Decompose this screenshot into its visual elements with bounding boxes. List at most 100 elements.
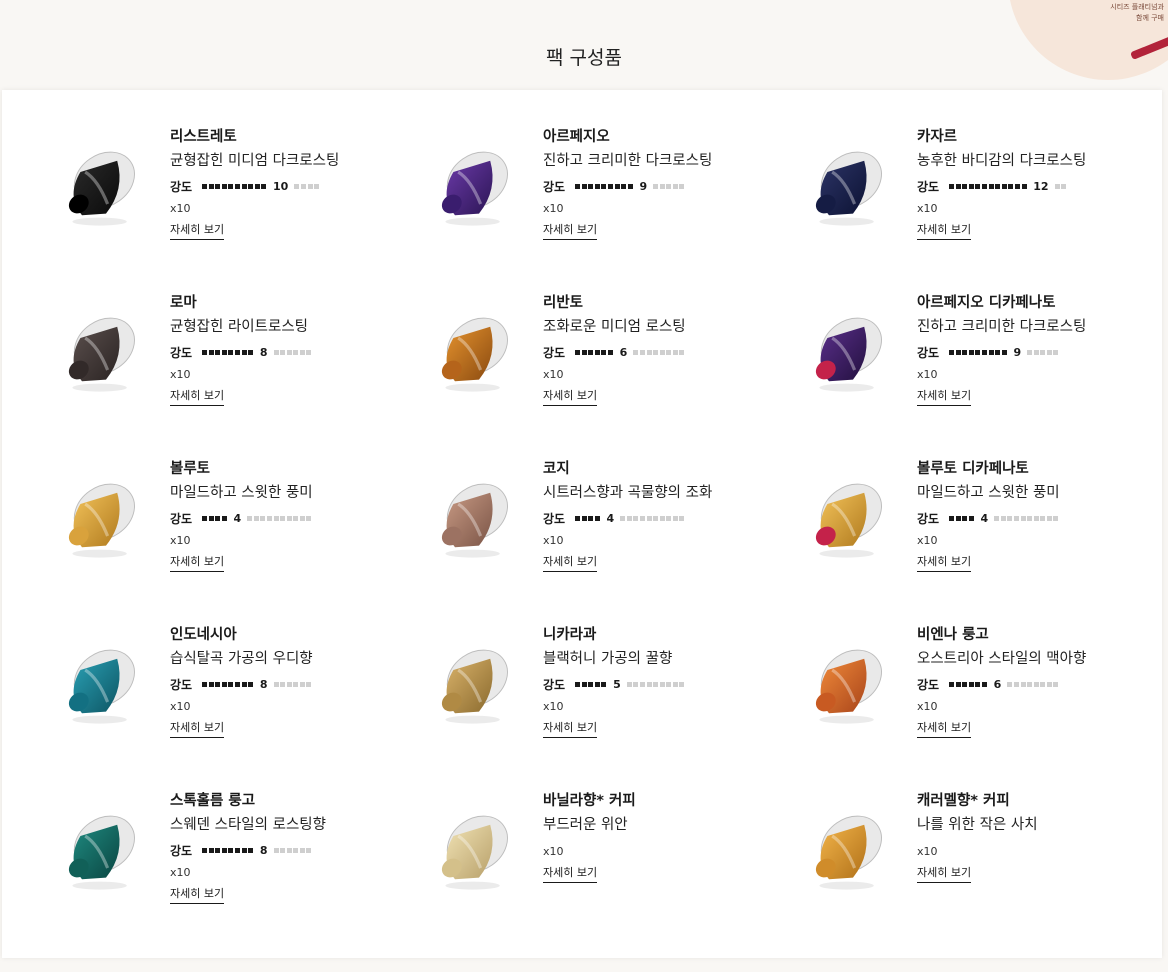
intensity-square-empty <box>286 515 292 521</box>
intensity-square-filled <box>962 349 968 355</box>
intensity-square-empty <box>280 515 286 521</box>
intensity-square-filled <box>1015 183 1021 189</box>
intensity-square-filled <box>1008 183 1014 189</box>
capsule-icon[interactable] <box>54 640 150 736</box>
capsule-icon[interactable] <box>801 640 897 736</box>
view-details-link[interactable]: 자세히 보기 <box>917 224 972 240</box>
intensity-value: 8 <box>259 677 268 691</box>
product-info: 스톡홀름 룽고 스웨덴 스타일의 로스팅향 강도 8 x10 자세히 보기 <box>170 792 390 904</box>
view-details-link[interactable]: 자세히 보기 <box>543 722 598 738</box>
intensity-square-empty <box>672 515 678 521</box>
intensity-square-empty <box>293 349 299 355</box>
intensity-square-empty <box>1020 681 1026 687</box>
intensity-square-empty <box>1013 681 1019 687</box>
intensity-square-empty <box>679 681 685 687</box>
product-info: 바닐라향* 커피 부드러운 위안 x10 자세히 보기 <box>543 792 763 883</box>
product-description: 균형잡힌 미디엄 다크로스팅 <box>170 153 340 169</box>
intensity-square-empty <box>659 349 665 355</box>
view-details-link[interactable]: 자세히 보기 <box>543 390 598 406</box>
product-item: 리스트레토 균형잡힌 미디엄 다크로스팅 강도 10 x10 자세히 보기 <box>2 90 375 250</box>
intensity-square-filled <box>575 183 581 189</box>
intensity-square-empty <box>639 515 645 521</box>
capsule-icon[interactable] <box>427 806 523 902</box>
intensity-square-empty <box>620 515 626 521</box>
intensity-meter: 강도 9 <box>917 344 1137 360</box>
product-name: 볼루토 <box>170 461 211 477</box>
intensity-value: 4 <box>980 511 989 525</box>
capsule-icon[interactable] <box>801 142 897 238</box>
intensity-square-filled <box>594 681 600 687</box>
intensity-bar-empty <box>633 349 686 355</box>
view-details-link[interactable]: 자세히 보기 <box>170 390 225 406</box>
intensity-label: 강도 <box>170 179 193 194</box>
intensity-square-empty <box>1033 349 1039 355</box>
intensity-square-filled <box>208 183 214 189</box>
intensity-square-empty <box>672 681 678 687</box>
view-details-link[interactable]: 자세히 보기 <box>170 224 225 240</box>
product-info: 리반토 조화로운 미디엄 로스팅 강도 6 x10 자세히 보기 <box>543 294 763 406</box>
intensity-square-empty <box>253 515 259 521</box>
product-name: 바닐라향* 커피 <box>543 793 636 809</box>
intensity-square-filled <box>575 681 581 687</box>
intensity-square-filled <box>215 681 221 687</box>
intensity-square-filled <box>588 349 594 355</box>
intensity-label: 강도 <box>170 511 193 526</box>
capsule-icon[interactable] <box>427 142 523 238</box>
intensity-square-empty <box>679 515 685 521</box>
intensity-label: 강도 <box>543 511 566 526</box>
intensity-square-empty <box>314 183 320 189</box>
intensity-bar-filled <box>575 681 608 687</box>
intensity-square-empty <box>273 847 279 853</box>
intensity-square-filled <box>241 183 247 189</box>
product-name: 카자르 <box>917 129 958 145</box>
intensity-square-filled <box>215 847 221 853</box>
capsule-icon[interactable] <box>801 806 897 902</box>
intensity-value: 4 <box>233 511 242 525</box>
intensity-square-filled <box>575 349 581 355</box>
view-details-link[interactable]: 자세히 보기 <box>543 867 598 883</box>
intensity-square-filled <box>241 681 247 687</box>
product-quantity: x10 <box>543 202 564 215</box>
intensity-label: 강도 <box>917 179 940 194</box>
intensity-square-filled <box>581 183 587 189</box>
view-details-link[interactable]: 자세히 보기 <box>917 867 972 883</box>
capsule-icon[interactable] <box>54 474 150 570</box>
capsule-icon[interactable] <box>427 308 523 404</box>
capsule-icon[interactable] <box>801 308 897 404</box>
view-details-link[interactable]: 자세히 보기 <box>170 556 225 572</box>
intensity-square-empty <box>299 349 305 355</box>
intensity-square-filled <box>221 515 227 521</box>
capsule-icon[interactable] <box>54 142 150 238</box>
capsule-icon[interactable] <box>54 308 150 404</box>
view-details-link[interactable]: 자세히 보기 <box>170 888 225 904</box>
intensity-value: 4 <box>606 511 615 525</box>
promo-text: 시티즈 플래티넘과 함께 구매 <box>1110 2 1164 24</box>
intensity-meter: 강도 4 <box>170 510 390 526</box>
intensity-square-filled <box>988 349 994 355</box>
intensity-square-filled <box>601 349 607 355</box>
product-name: 니카라과 <box>543 627 597 643</box>
intensity-bar-filled <box>202 515 228 521</box>
capsule-icon[interactable] <box>427 640 523 736</box>
view-details-link[interactable]: 자세히 보기 <box>917 556 972 572</box>
intensity-bar-filled <box>949 681 989 687</box>
intensity-square-empty <box>260 515 266 521</box>
intensity-square-empty <box>646 515 652 521</box>
product-grid: 리스트레토 균형잡힌 미디엄 다크로스팅 강도 10 x10 자세히 보기 아르페지오 진하고… <box>2 90 1162 958</box>
intensity-square-filled <box>235 681 241 687</box>
view-details-link[interactable]: 자세히 보기 <box>917 722 972 738</box>
intensity-square-filled <box>601 681 607 687</box>
capsule-icon[interactable] <box>54 806 150 902</box>
intensity-square-empty <box>1046 681 1052 687</box>
view-details-link[interactable]: 자세히 보기 <box>543 224 598 240</box>
view-details-link[interactable]: 자세히 보기 <box>543 556 598 572</box>
capsule-icon[interactable] <box>801 474 897 570</box>
capsule-icon[interactable] <box>427 474 523 570</box>
view-details-link[interactable]: 자세히 보기 <box>170 722 225 738</box>
intensity-square-filled <box>261 183 267 189</box>
intensity-meter: 강도 6 <box>917 676 1137 692</box>
intensity-square-filled <box>962 681 968 687</box>
product-name: 캐러멜향* 커피 <box>917 793 1010 809</box>
intensity-square-empty <box>659 183 665 189</box>
view-details-link[interactable]: 자세히 보기 <box>917 390 972 406</box>
